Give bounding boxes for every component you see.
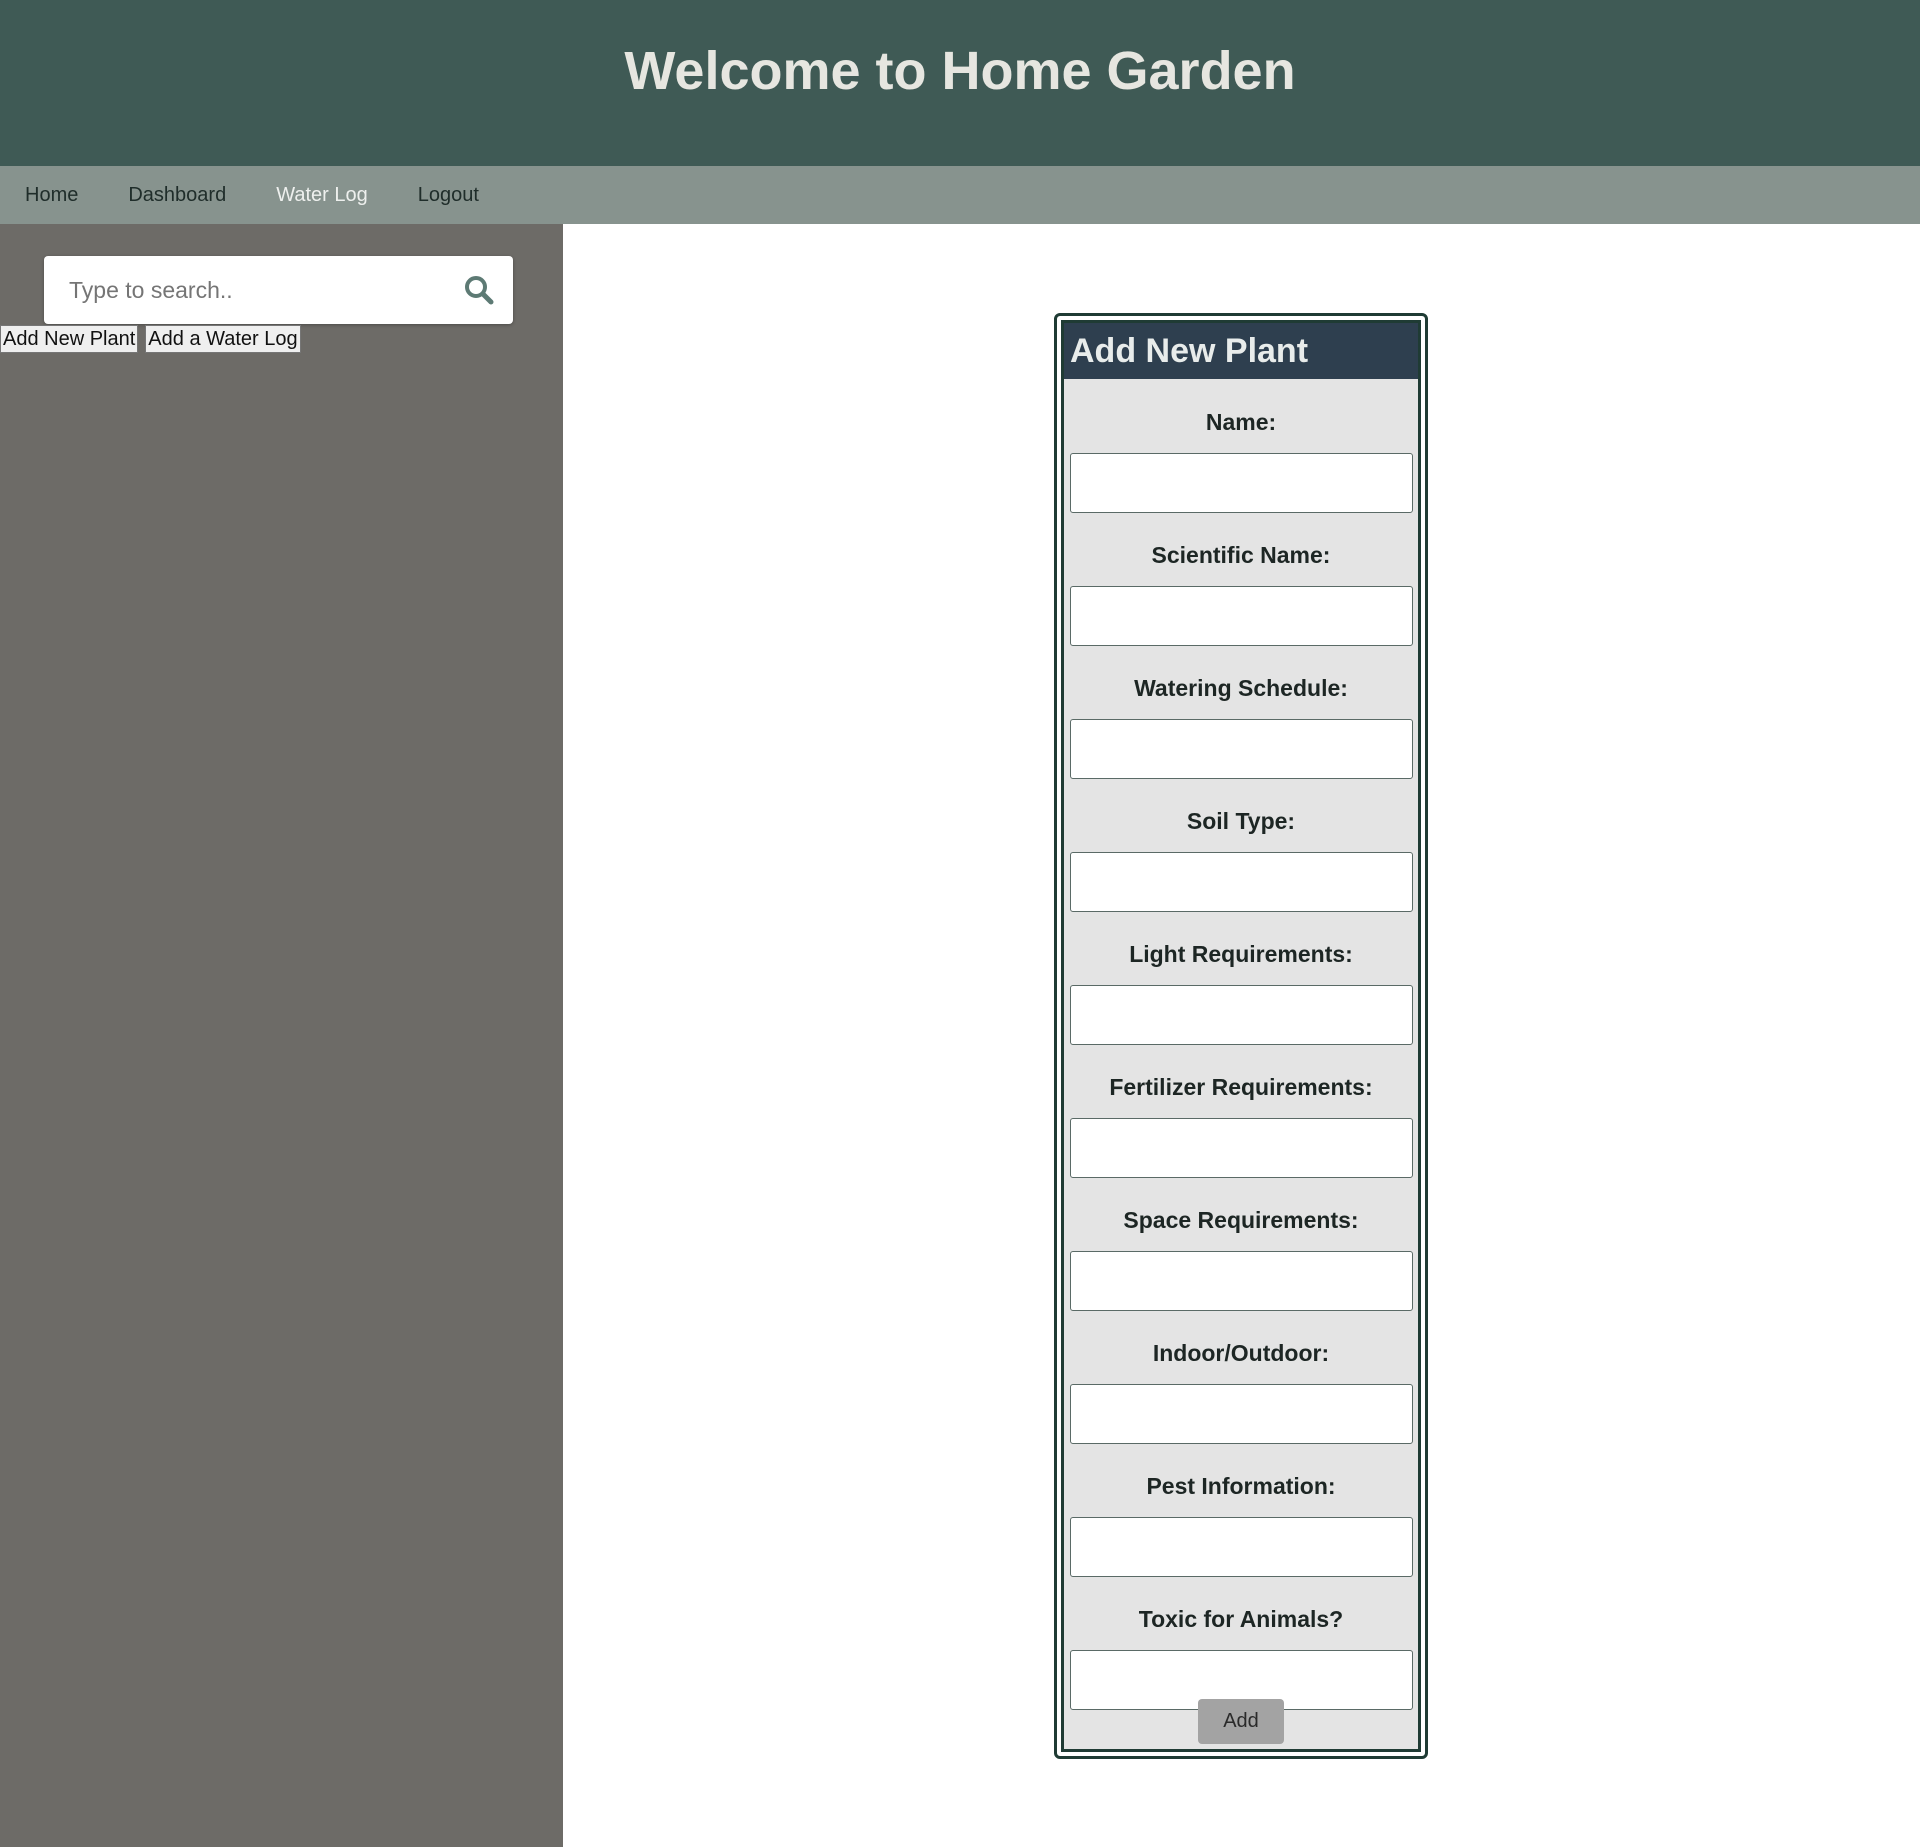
nav-logout-link[interactable]: Logout xyxy=(393,166,504,224)
add-new-plant-button[interactable]: Add New Plant xyxy=(0,325,139,353)
field-label: Toxic for Animals? xyxy=(1138,1606,1344,1632)
watering-schedule-input[interactable] xyxy=(1069,719,1413,779)
field-scientific-name: Scientific Name: xyxy=(1064,542,1418,646)
nav-home-link[interactable]: Home xyxy=(0,166,103,224)
search-icon[interactable] xyxy=(463,274,495,306)
sidebar: Add New Plant Add a Water Log xyxy=(0,224,563,1847)
form-title: Add New Plant xyxy=(1064,323,1418,379)
field-label: Pest Information: xyxy=(1146,1473,1336,1499)
field-toxic-for-animals: Toxic for Animals? xyxy=(1064,1606,1418,1710)
search-box xyxy=(44,256,513,324)
nav-water-log-link[interactable]: Water Log xyxy=(251,166,393,224)
space-requirements-input[interactable] xyxy=(1069,1251,1413,1311)
nav-bar: Home Dashboard Water Log Logout xyxy=(0,166,1920,224)
light-requirements-input[interactable] xyxy=(1069,985,1413,1045)
field-soil-type: Soil Type: xyxy=(1064,808,1418,912)
field-indoor-outdoor: Indoor/Outdoor: xyxy=(1064,1340,1418,1444)
pest-information-input[interactable] xyxy=(1069,1517,1413,1577)
indoor-outdoor-input[interactable] xyxy=(1069,1384,1413,1444)
site-header: Welcome to Home Garden xyxy=(0,0,1920,166)
nav-dashboard-link[interactable]: Dashboard xyxy=(103,166,251,224)
field-label: Name: xyxy=(1205,409,1277,435)
fertilizer-requirements-input[interactable] xyxy=(1069,1118,1413,1178)
field-label: Space Requirements: xyxy=(1123,1207,1359,1233)
field-light-requirements: Light Requirements: xyxy=(1064,941,1418,1045)
field-label: Indoor/Outdoor: xyxy=(1152,1340,1330,1366)
soil-type-input[interactable] xyxy=(1069,852,1413,912)
field-label: Light Requirements: xyxy=(1129,941,1353,967)
field-name: Name: xyxy=(1064,409,1418,513)
field-label: Fertilizer Requirements: xyxy=(1109,1074,1373,1100)
field-label: Scientific Name: xyxy=(1151,542,1331,568)
sidebar-actions: Add New Plant Add a Water Log xyxy=(0,325,301,353)
page-title: Welcome to Home Garden xyxy=(624,41,1296,101)
form-body: Add New Plant Name: Scientific Name: Wat… xyxy=(1061,320,1421,1752)
scientific-name-input[interactable] xyxy=(1069,586,1413,646)
field-label: Watering Schedule: xyxy=(1134,675,1348,701)
add-water-log-button[interactable]: Add a Water Log xyxy=(145,325,301,353)
add-plant-form: Add New Plant Name: Scientific Name: Wat… xyxy=(1054,313,1428,1759)
field-fertilizer-requirements: Fertilizer Requirements: xyxy=(1064,1074,1418,1178)
name-input[interactable] xyxy=(1069,453,1413,513)
field-pest-information: Pest Information: xyxy=(1064,1473,1418,1577)
add-button[interactable]: Add xyxy=(1198,1699,1284,1744)
field-watering-schedule: Watering Schedule: xyxy=(1064,675,1418,779)
search-input[interactable] xyxy=(44,256,444,324)
field-space-requirements: Space Requirements: xyxy=(1064,1207,1418,1311)
field-label: Soil Type: xyxy=(1186,808,1296,834)
